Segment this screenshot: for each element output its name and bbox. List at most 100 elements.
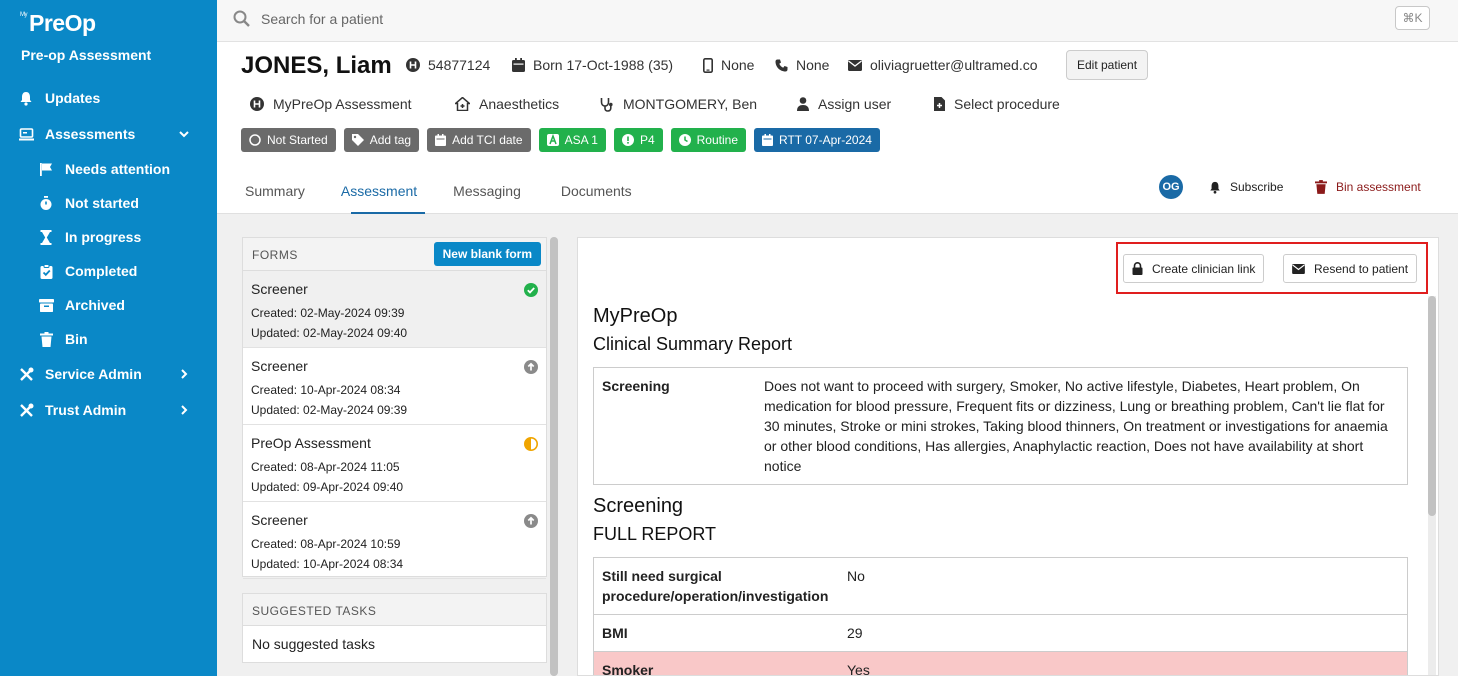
- search-shortcut-hint: ⌘K: [1395, 6, 1430, 30]
- form-created: Created: 08-Apr-2024 10:59: [251, 537, 401, 551]
- row-key: BMI: [602, 625, 628, 641]
- create-clinician-link-label: Create clinician link: [1152, 261, 1256, 276]
- full-report-table: Still need surgical procedure/operation/…: [593, 557, 1408, 675]
- tag-label: Add TCI date: [452, 133, 523, 147]
- form-name: Screener: [251, 281, 308, 297]
- assign-user[interactable]: Assign user: [797, 96, 891, 112]
- sidebar-item-label: Trust Admin: [45, 402, 127, 418]
- form-list-item[interactable]: Screener Created: 02-May-2024 09:39 Upda…: [243, 271, 546, 348]
- urgency-tag[interactable]: Routine: [670, 128, 746, 152]
- assessment-type[interactable]: MyPreOp Assessment: [250, 96, 412, 112]
- sidebar-item-archived[interactable]: Archived: [0, 288, 217, 322]
- hospital-icon: [250, 97, 264, 111]
- new-blank-form-button[interactable]: New blank form: [433, 242, 541, 266]
- patient-tags: Not Started Add tag Add TCI date ASA 1 P…: [241, 128, 880, 152]
- tag-icon: [351, 134, 364, 146]
- sidebar-item-service-admin[interactable]: Service Admin: [0, 356, 217, 392]
- sidebar-item-label: Service Admin: [45, 366, 142, 382]
- mobile-phone-icon: [703, 57, 713, 73]
- date-of-birth: Born 17-Oct-1988 (35): [512, 57, 673, 73]
- tab-messaging[interactable]: Messaging: [435, 168, 539, 214]
- tag-label: Add tag: [369, 133, 412, 147]
- chevron-down-icon[interactable]: [177, 127, 191, 141]
- table-row: Still need surgical procedure/operation/…: [594, 558, 1407, 615]
- sidebar-item-label: Assessments: [45, 126, 136, 142]
- house-medical-icon: [455, 97, 470, 111]
- sidebar-item-bin[interactable]: Bin: [0, 322, 217, 356]
- create-clinician-link-button[interactable]: Create clinician link: [1123, 254, 1265, 283]
- suggested-tasks-empty: No suggested tasks: [252, 636, 375, 652]
- tools-icon: [18, 402, 34, 418]
- sidebar-item-needs-attention[interactable]: Needs attention: [0, 152, 217, 186]
- form-name: PreOp Assessment: [251, 435, 371, 451]
- clipboard-monitor-icon: [18, 126, 34, 142]
- chevron-right-icon[interactable]: [177, 403, 191, 417]
- clinician[interactable]: MONTGOMERY, Ben: [600, 96, 757, 112]
- row-value: 29: [847, 625, 863, 641]
- department[interactable]: Anaesthetics: [455, 96, 559, 112]
- left-scrollbar[interactable]: [550, 237, 558, 676]
- logo-text: PreOp: [29, 10, 96, 36]
- tab-documents[interactable]: Documents: [539, 168, 650, 214]
- priority-tag[interactable]: P4: [613, 128, 663, 152]
- edit-patient-button[interactable]: Edit patient: [1066, 50, 1149, 80]
- row-key: Screening: [602, 378, 670, 394]
- status-tag-not-started[interactable]: Not Started: [241, 128, 336, 152]
- resend-to-patient-button[interactable]: Resend to patient: [1283, 254, 1418, 283]
- tab-assessment[interactable]: Assessment: [323, 168, 435, 214]
- hospital-icon: [406, 58, 420, 72]
- patient-search-input[interactable]: [261, 6, 1161, 32]
- form-updated: Updated: 10-Apr-2024 08:34: [251, 557, 404, 571]
- sidebar-item-trust-admin[interactable]: Trust Admin: [0, 392, 217, 428]
- top-search-bar: ⌘K: [217, 0, 1458, 42]
- half-circle-icon: [524, 437, 538, 451]
- report-scrollbar-thumb[interactable]: [1428, 296, 1436, 516]
- chevron-right-icon[interactable]: [177, 367, 191, 381]
- patient-header: JONES, Liam 54877124 Born 17-Oct-1988 (3…: [217, 42, 1458, 214]
- app-subtitle: Pre-op Assessment: [21, 47, 152, 63]
- rtt-date-tag[interactable]: RTT 07-Apr-2024: [754, 128, 880, 152]
- tools-icon: [18, 366, 34, 382]
- clipboard-check-icon: [38, 263, 54, 279]
- flag-icon: [38, 161, 54, 177]
- avatar[interactable]: OG: [1159, 175, 1183, 199]
- suggested-tasks-title: SUGGESTED TASKS: [243, 594, 546, 626]
- stethoscope-icon: [600, 97, 614, 112]
- left-scrollbar-thumb[interactable]: [550, 237, 558, 676]
- email-value[interactable]: oliviagruetter@ultramed.co: [870, 57, 1038, 73]
- tab-summary[interactable]: Summary: [217, 168, 323, 214]
- sidebar-item-not-started[interactable]: Not started: [0, 186, 217, 220]
- exclamation-circle-icon: [621, 134, 634, 146]
- phone-number: None: [775, 57, 829, 73]
- form-updated: Updated: 02-May-2024 09:40: [251, 326, 408, 340]
- add-tag-button[interactable]: Add tag: [343, 128, 420, 152]
- select-procedure[interactable]: Select procedure: [934, 96, 1060, 112]
- section-subtitle: FULL REPORT: [593, 524, 717, 544]
- select-procedure-label: Select procedure: [954, 96, 1060, 112]
- bin-assessment-button[interactable]: Bin assessment: [1315, 180, 1421, 194]
- app-logo[interactable]: My PreOp: [20, 10, 96, 37]
- table-row: Smoker Yes: [594, 652, 1407, 675]
- form-list-item[interactable]: PreOp Assessment Created: 08-Apr-2024 11…: [243, 425, 546, 502]
- asa-letter-icon: [546, 134, 559, 146]
- bell-icon: [18, 90, 34, 106]
- sidebar-item-assessments[interactable]: Assessments: [0, 116, 217, 152]
- row-value: Does not want to proceed with surgery, S…: [764, 378, 1388, 474]
- form-updated: Updated: 02-May-2024 09:39: [251, 403, 408, 417]
- asa-grade-tag[interactable]: ASA 1: [538, 128, 606, 152]
- phone-value: None: [796, 57, 830, 73]
- sidebar-item-in-progress[interactable]: In progress: [0, 220, 217, 254]
- sidebar-item-completed[interactable]: Completed: [0, 254, 217, 288]
- form-name: Screener: [251, 358, 308, 374]
- sidebar-item-updates[interactable]: Updates: [0, 80, 217, 116]
- tag-label: Not Started: [267, 133, 328, 147]
- subscribe-button[interactable]: Subscribe: [1209, 180, 1283, 194]
- mobile-number: None: [703, 57, 754, 73]
- add-tci-date-button[interactable]: Add TCI date: [427, 128, 531, 152]
- form-list-item[interactable]: Screener Created: 08-Apr-2024 10:59 Upda…: [243, 502, 546, 579]
- form-list-item[interactable]: Screener Created: 10-Apr-2024 08:34 Upda…: [243, 348, 546, 425]
- sidebar-item-label: In progress: [65, 229, 142, 245]
- file-medical-icon: [934, 97, 945, 111]
- hourglass-icon: [38, 229, 54, 245]
- report-scrollbar[interactable]: [1428, 296, 1436, 675]
